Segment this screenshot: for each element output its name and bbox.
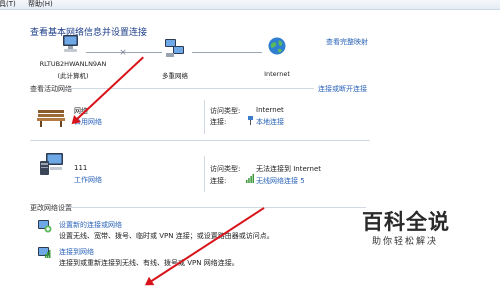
network-center-panel: 查看基本网络信息并设置连接 查看完整映射 × RLTUB2HWANLN9AN (: [0, 10, 500, 283]
menu-bar: 工具(T) 帮助(H): [0, 0, 500, 10]
map-link-2: [192, 52, 262, 53]
globe-icon: [267, 36, 287, 58]
watermark-subtitle: 助你轻松解决: [372, 237, 439, 247]
work-network-icon: [38, 151, 66, 179]
menu-tools[interactable]: 工具(T): [0, 0, 16, 8]
menu-help[interactable]: 帮助(H): [28, 0, 53, 8]
computer-name: RLTUB2HWANLN9AN: [39, 60, 107, 68]
connect-disconnect-link[interactable]: 连接或断开连接: [318, 84, 367, 94]
multiple-networks-label: 多重网络: [162, 72, 188, 80]
network-separator: [30, 140, 370, 141]
network-1-access-label: 访问类型:: [210, 107, 241, 115]
network-2-connection-label: 连接:: [210, 177, 227, 185]
computer-sub-label: (此计算机): [57, 72, 89, 80]
computer-icon: [60, 33, 82, 57]
active-networks-heading: 查看活动网络: [30, 85, 72, 93]
multiple-networks-icon: [163, 37, 187, 61]
full-map-link[interactable]: 查看完整映射: [326, 37, 368, 47]
annotation-arrow-bottom: [149, 207, 265, 283]
network-2-access-value: 无法连接到 Internet: [256, 165, 322, 173]
wireless-signal-icon: [246, 174, 254, 185]
active-separator: [66, 88, 314, 89]
network-1-connection-link[interactable]: 本地连接: [256, 117, 284, 127]
internet-label: Internet: [264, 70, 290, 78]
network-2-divider: [204, 156, 205, 192]
connect-to-network-link[interactable]: 连接到网络: [59, 247, 94, 257]
network-1-connection-label: 连接:: [210, 118, 227, 126]
change-settings-heading: 更改网络设置: [30, 204, 72, 212]
link-x-icon: ×: [119, 48, 127, 58]
connect-network-icon: [36, 245, 52, 263]
page-title: 查看基本网络信息并设置连接: [30, 28, 148, 38]
new-connection-icon: [36, 218, 52, 236]
change-separator: [66, 207, 366, 208]
network-2-name: 111: [74, 164, 88, 172]
network-2-access-label: 访问类型:: [210, 165, 241, 173]
ethernet-icon: [247, 116, 254, 127]
connect-to-network-desc: 连接到或重新连接到无线、有线、拨号或 VPN 网络连接。: [59, 259, 239, 267]
watermark-title: 百科全说: [362, 210, 450, 234]
setup-new-connection-desc: 设置无线、宽带、拨号、临时或 VPN 连接；或设置路由器或访问点。: [59, 232, 274, 240]
network-1-access-value: Internet: [256, 106, 284, 114]
network-1-divider: [204, 100, 205, 134]
network-2-connection-link[interactable]: 无线网络连接 5: [256, 176, 305, 186]
setup-new-connection-link[interactable]: 设置新的连接或网络: [59, 220, 122, 230]
network-2-type-link[interactable]: 工作网络: [74, 175, 102, 185]
bench-icon: [36, 102, 66, 130]
